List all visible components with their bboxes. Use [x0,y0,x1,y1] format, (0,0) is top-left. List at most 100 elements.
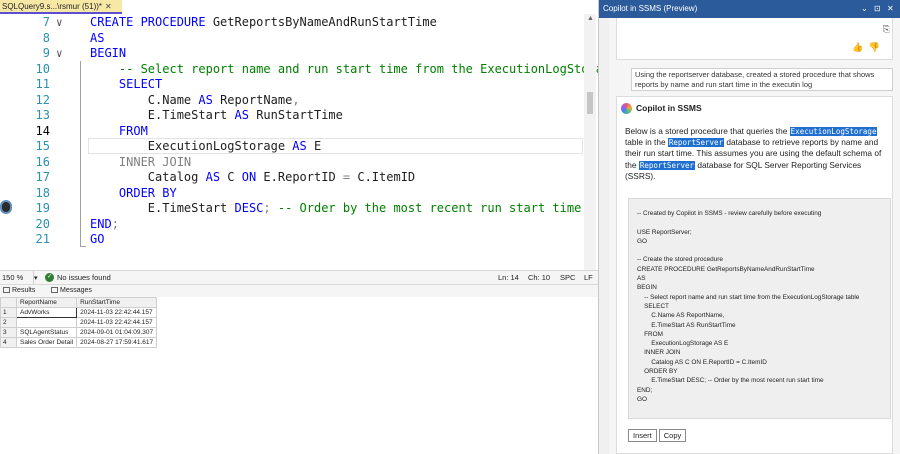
cell-runstarttime[interactable]: 2024-11-03 22:42:44.157 [76,307,158,318]
response-code-block[interactable]: -- Created by Copilot in SSMS - review c… [628,198,891,419]
code-line[interactable]: 13 E.TimeStart AS RunStartTime [0,108,598,124]
fold-toggle-icon[interactable]: ∨ [56,46,68,62]
code-line[interactable]: 12 C.Name AS ReportName, [0,93,598,109]
code-line[interactable]: 16 INNER JOIN [0,155,598,171]
code-line[interactable]: 20 END; [0,217,598,233]
code-token: Catalog [90,170,206,184]
code-line[interactable]: 8 AS [0,31,598,47]
response-code-line: ORDER BY [637,368,678,376]
check-circle-icon: ✓ [45,273,54,282]
dropdown-icon[interactable]: ⌄ [861,0,868,18]
code-token: ON [241,170,264,184]
code-line[interactable]: 7 ∨ CREATE PROCEDURE GetReportsByNameAndRu… [0,15,598,31]
response-code-line: AS [637,275,646,283]
tab-results[interactable]: Results [0,285,38,297]
line-number: 16 [35,154,50,169]
line-number: 12 [35,92,50,107]
code-line[interactable]: 9 ∨ BEGIN [0,46,598,62]
close-icon[interactable]: ✕ [887,0,894,18]
code-line[interactable]: 21 GO [0,232,598,248]
results-grid[interactable]: ReportName RunStartTime 1 AdvWorks 2024-… [0,297,158,348]
cell-reportname[interactable] [15,317,78,328]
intro-text-1: Below is a stored procedure that queries… [625,126,788,136]
thumbs-up-icon[interactable]: 👍 [852,42,863,52]
code-token: ; [111,216,119,231]
code-line[interactable]: 17 Catalog AS C ON E.ReportID = C.ItemID [0,170,598,186]
line-number: 14 [35,123,50,138]
code-text: END; [90,217,119,233]
cell-runstarttime[interactable]: 2024-11-03 22:42:44.157 [76,317,158,328]
document-tab[interactable]: SQLQuery9.s...\rsmur (51))* ✕ [0,0,122,14]
response-code-line: E.TimeStart AS RunStartTime [637,321,736,329]
code-text: C.Name AS ReportName, [90,93,300,109]
response-intro: Below is a stored procedure that queries… [625,126,889,182]
code-line[interactable]: 19 E.TimeStart DESC; -- Order by the mos… [0,201,598,217]
line-ending[interactable]: LF [584,271,593,284]
scroll-up-icon[interactable]: ▲ [587,15,594,22]
response-code-line: -- Created by Copilot in SSMS - review c… [637,210,822,217]
response-code-line: CREATE PROCEDURE GetReportsByNameAndRunS… [637,265,815,273]
table-row[interactable]: 2 2024-11-03 22:42:44.157 [0,317,158,328]
code-token: GetReportsByNameAndRunStartTime [212,15,437,29]
editor-scrollbar[interactable]: ▲ [584,14,596,270]
response-code-line: END; [637,386,653,394]
thumbs-down-icon[interactable]: 👎 [869,42,880,52]
line-number: 17 [35,170,50,184]
code-token: AS [292,139,314,153]
code-token: GO [90,232,105,246]
line-number: 18 [35,185,50,200]
cell-reportname[interactable]: AdvWorks [15,307,78,318]
pin-icon[interactable]: ⊡ [874,0,881,18]
table-row[interactable]: 4 Sales Order Detail 2024-08-27 17:59:41… [0,337,158,348]
code-line[interactable]: 14 FROM [0,124,598,140]
copy-response-icon[interactable]: ⎘ [883,24,890,35]
response-code-line [629,218,890,227]
code-line[interactable]: 11 SELECT [0,77,598,93]
copilot-scrollbar[interactable] [599,18,609,454]
line-number: 9 [42,46,50,60]
code-text: ExecutionLogStorage AS E [90,139,321,155]
code-text: AS [90,31,104,47]
cell-reportname[interactable]: SQLAgentStatus [15,327,78,338]
table-row[interactable]: 1 AdvWorks 2024-11-03 22:42:44.157 [0,307,158,318]
code-token: END [90,216,112,231]
code-token: CREATE PROCEDURE [90,15,213,29]
column-header-runstarttime[interactable]: RunStartTime [76,297,158,308]
grid-corner[interactable] [0,297,17,308]
zoom-chevron-icon[interactable]: ▾ [34,272,38,285]
code-editor[interactable]: 7 ∨ CREATE PROCEDURE GetReportsByNameAndRu… [0,14,598,270]
copilot-title: Copilot in SSMS (Preview) [603,4,698,13]
code-token: AS [205,170,228,184]
response-code-line: -- Select report name and run start time… [637,293,860,301]
close-tab-icon[interactable]: ✕ [105,2,112,11]
code-token: C.Name [90,92,199,107]
code-token: ORDER BY [90,185,177,200]
whitespace-mode[interactable]: SPC [560,271,575,284]
tab-messages[interactable]: Messages [48,285,95,297]
cell-runstarttime[interactable]: 2024-08-27 17:59:41.617 [76,337,158,348]
code-token: DESC [234,201,264,215]
table-row[interactable]: 3 SQLAgentStatus 2024-09-01 01:04:09.307 [0,327,158,338]
code-text: FROM [90,124,148,140]
code-line[interactable]: 18 ORDER BY [0,186,598,202]
response-code-line [629,246,890,255]
query-editor-pane: SQLQuery9.s...\rsmur (51))* ✕ 7 ∨ CREATE PR… [0,0,598,454]
scrollbar-thumb[interactable] [587,92,593,114]
column-indicator: Ch: 10 [528,273,551,282]
cell-runstarttime[interactable]: 2024-09-01 01:04:09.307 [76,327,158,338]
fold-toggle-icon[interactable]: ∨ [56,15,68,31]
code-text: E.TimeStart DESC; -- Order by the most r… [90,201,582,217]
column-header-reportname[interactable]: ReportName [15,297,78,308]
copy-button[interactable]: Copy [658,429,687,442]
highlight-execlogstorage: ExecutionLogStorage [789,127,878,136]
code-token: INNER JOIN [90,154,192,169]
user-prompt: Using the reportserver database, created… [631,68,893,91]
insert-button[interactable]: Insert [628,429,657,442]
highlight-reportserver-2: ReportServer [638,160,696,170]
cell-reportname[interactable]: Sales Order Detail [15,337,78,348]
row-number: 3 [0,327,17,338]
code-token: ReportName [220,92,293,107]
code-line[interactable]: 10 -- Select report name and run start t… [0,62,598,78]
code-line[interactable]: 15 ExecutionLogStorage AS E [0,139,598,155]
zoom-select[interactable]: 150 % [0,271,34,284]
